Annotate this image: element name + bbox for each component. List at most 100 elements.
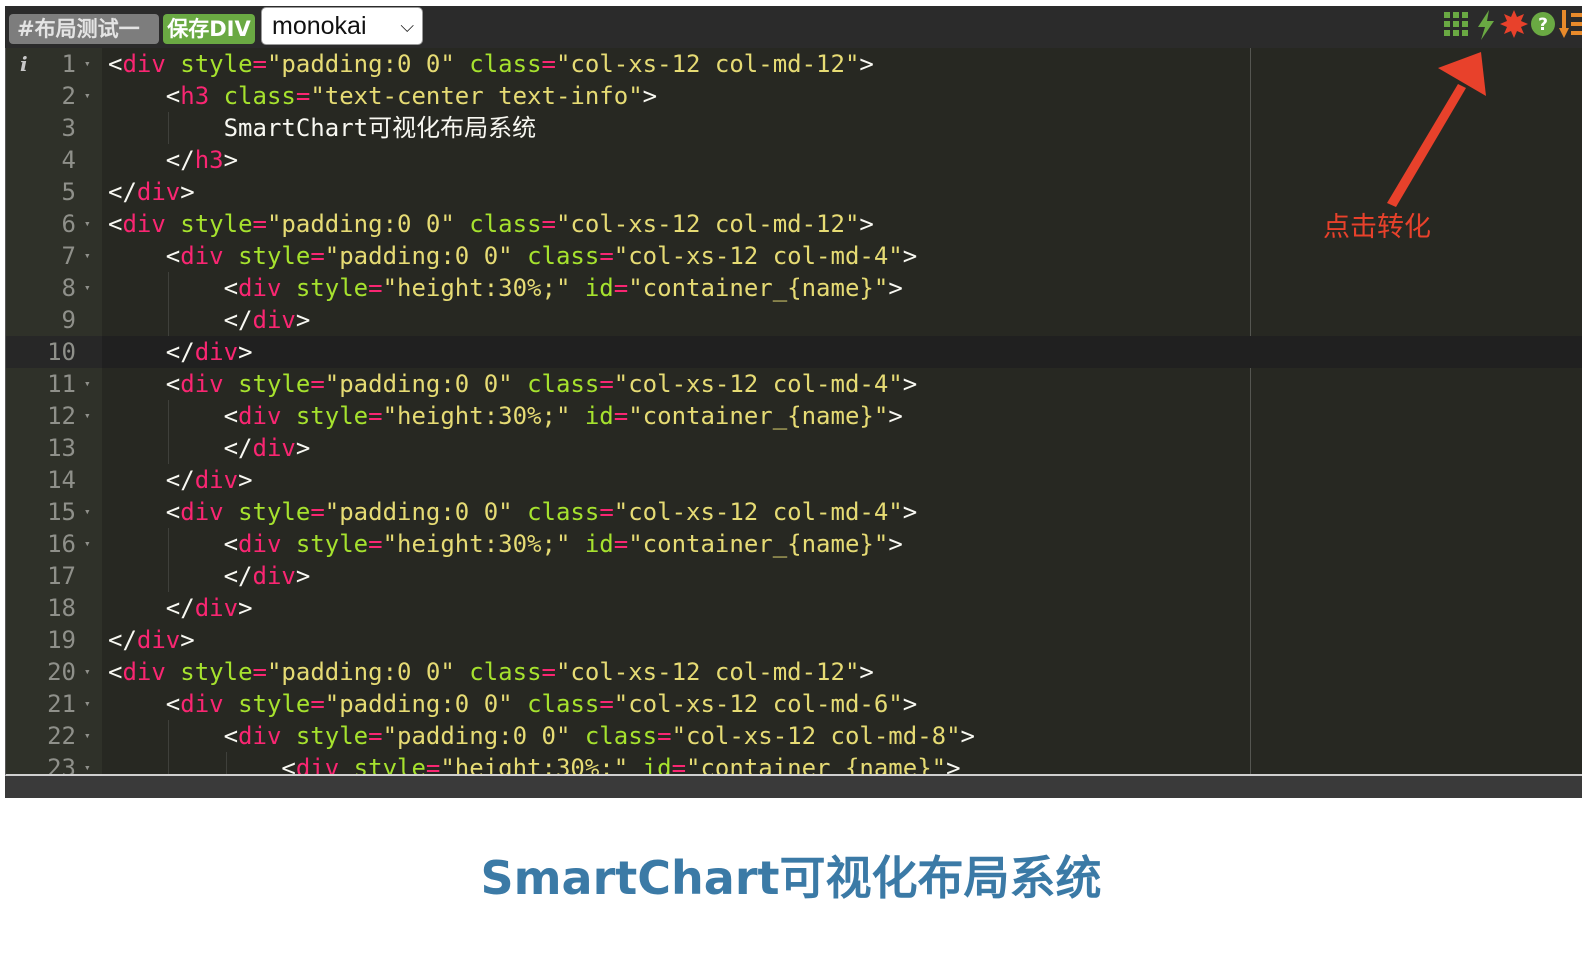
code-token: > bbox=[223, 146, 239, 174]
fold-toggle-icon[interactable]: ▾ bbox=[84, 656, 91, 688]
fold-toggle-icon[interactable]: ▾ bbox=[84, 80, 91, 112]
code-token: div bbox=[295, 754, 340, 776]
code-line[interactable]: i 1 ▾ <div style="padding:0 0" class="col-x… bbox=[6, 48, 1582, 80]
code-line[interactable]: 9 </div> bbox=[6, 304, 1582, 336]
code-line[interactable]: 4 </h3> bbox=[6, 144, 1582, 176]
line-number: 9 bbox=[61, 306, 76, 334]
code-token: div bbox=[194, 466, 239, 494]
code-token: </ bbox=[223, 434, 253, 462]
fold-toggle-icon[interactable]: ▾ bbox=[84, 720, 91, 752]
bug-icon[interactable] bbox=[1500, 10, 1528, 43]
code-token: "col-xs-12 col-md-4" bbox=[613, 242, 903, 270]
fold-toggle-icon[interactable]: ▾ bbox=[84, 752, 91, 774]
code-line[interactable]: 20 ▾ <div style="padding:0 0" class="col-x… bbox=[6, 656, 1582, 688]
code-line[interactable]: 14 </div> bbox=[6, 464, 1582, 496]
code-token: </ bbox=[165, 338, 195, 366]
line-number: 19 bbox=[47, 626, 76, 654]
code-line[interactable]: 18 </div> bbox=[6, 592, 1582, 624]
fold-toggle-icon[interactable]: ▾ bbox=[84, 208, 91, 240]
code-token: = bbox=[368, 722, 383, 750]
grid-icon[interactable] bbox=[1444, 12, 1470, 43]
code-token: = bbox=[368, 530, 383, 558]
code-token: "text-center text-info" bbox=[310, 82, 643, 110]
code-token: id bbox=[642, 754, 672, 776]
code-token: < bbox=[223, 402, 239, 430]
help-icon[interactable]: ? bbox=[1530, 11, 1556, 42]
code-text: </h3> bbox=[108, 144, 238, 176]
code-token: < bbox=[165, 690, 181, 718]
code-line[interactable]: 15 ▾ <div style="padding:0 0" class="col-… bbox=[6, 496, 1582, 528]
code-token: "container_{name}" bbox=[628, 274, 889, 302]
sort-icon[interactable] bbox=[1559, 10, 1582, 45]
code-token: = bbox=[599, 498, 614, 526]
code-token: "container_{name}" bbox=[628, 402, 889, 430]
code-token: > bbox=[888, 274, 903, 302]
code-token: class bbox=[223, 82, 296, 110]
code-line[interactable]: 2 ▾ <h3 class="text-center text-info"> bbox=[6, 80, 1582, 112]
code-token: "col-xs-12 col-md-4" bbox=[613, 498, 903, 526]
fold-toggle-icon[interactable]: ▾ bbox=[84, 528, 91, 560]
code-token: > bbox=[902, 370, 918, 398]
code-token: > bbox=[180, 178, 195, 206]
fold-toggle-icon[interactable]: ▾ bbox=[84, 400, 91, 432]
code-token: "col-xs-12 col-md-12" bbox=[555, 50, 860, 78]
code-token: > bbox=[238, 466, 253, 494]
code-token: > bbox=[238, 594, 253, 622]
code-text: </div> bbox=[108, 432, 311, 464]
code-token: div bbox=[122, 210, 166, 238]
code-text: <div style="height:30%;" id="container_{… bbox=[108, 400, 903, 432]
code-editor[interactable]: i 1 ▾ <div style="padding:0 0" class="col-x… bbox=[5, 48, 1582, 776]
code-token: </ bbox=[165, 594, 195, 622]
code-text: </div> bbox=[108, 560, 311, 592]
code-token: class bbox=[584, 722, 658, 750]
code-line[interactable]: 11 ▾ <div style="padding:0 0" class="col-… bbox=[6, 368, 1582, 400]
code-line[interactable]: 19 </div> bbox=[6, 624, 1582, 656]
code-token: "padding:0 0" bbox=[266, 658, 455, 686]
code-line[interactable]: 22 ▾ <div style="padding:0 0" class="col-… bbox=[6, 720, 1582, 752]
fold-toggle-icon[interactable]: ▾ bbox=[84, 368, 91, 400]
code-line[interactable]: 13 </div> bbox=[6, 432, 1582, 464]
fold-toggle-icon[interactable]: ▾ bbox=[84, 240, 91, 272]
editor-status-bar bbox=[5, 776, 1582, 798]
code-token: div bbox=[136, 626, 181, 654]
lightning-icon[interactable] bbox=[1476, 10, 1496, 45]
code-token: "padding:0 0" bbox=[266, 50, 455, 78]
save-div-button[interactable]: 保存DIV bbox=[163, 14, 255, 44]
code-token: class bbox=[527, 498, 600, 526]
code-text: <div style="padding:0 0" class="col-xs-1… bbox=[108, 496, 917, 528]
code-token: div bbox=[252, 306, 296, 334]
code-line[interactable]: 5 </div> bbox=[6, 176, 1582, 208]
code-token: = bbox=[295, 82, 311, 110]
code-line[interactable]: 16 ▾ <div style="height:30%;" id="contain… bbox=[6, 528, 1582, 560]
fold-toggle-icon[interactable]: ▾ bbox=[84, 48, 91, 80]
code-line[interactable]: 10 </div> bbox=[6, 336, 1582, 368]
code-line[interactable]: 17 </div> bbox=[6, 560, 1582, 592]
code-token: style bbox=[353, 754, 426, 776]
code-line[interactable]: 8 ▾ <div style="height:30%;" id="containe… bbox=[6, 272, 1582, 304]
layout-name-tag[interactable]: #布局测试一 bbox=[9, 14, 159, 44]
code-line[interactable]: 3 SmartChart可视化布局系统 bbox=[6, 112, 1582, 144]
code-line[interactable]: 23 ▾ <div style="height:30%;" id="contain… bbox=[6, 752, 1582, 776]
chevron-down-icon: ⌵ bbox=[400, 16, 414, 36]
svg-text:?: ? bbox=[1538, 15, 1548, 35]
fold-toggle-icon[interactable]: ▾ bbox=[84, 688, 91, 720]
code-token: > bbox=[902, 242, 918, 270]
code-token: "height:30%;" bbox=[382, 402, 571, 430]
fold-toggle-icon[interactable]: ▾ bbox=[84, 496, 91, 528]
theme-select[interactable]: monokai ⌵ bbox=[261, 7, 423, 45]
code-line[interactable]: 7 ▾ <div style="padding:0 0" class="col-x… bbox=[6, 240, 1582, 272]
fold-toggle-icon[interactable]: ▾ bbox=[84, 272, 91, 304]
code-line[interactable]: 21 ▾ <div style="padding:0 0" class="col-… bbox=[6, 688, 1582, 720]
code-token: = bbox=[252, 210, 267, 238]
code-line[interactable]: 12 ▾ <div style="height:30%;" id="contain… bbox=[6, 400, 1582, 432]
